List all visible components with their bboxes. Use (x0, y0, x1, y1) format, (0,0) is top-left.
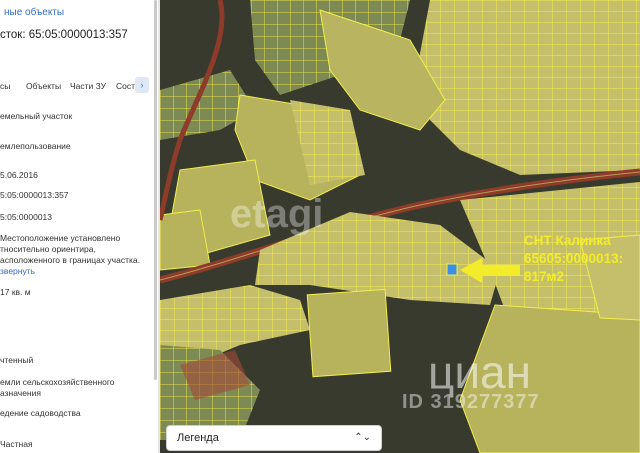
field-area: 17 кв. м (0, 287, 31, 297)
page-title: сток: 65:05:0000013:357 (0, 29, 128, 41)
field-ownership-kind: емлепользование (0, 141, 71, 151)
map-label-line-3: 817м2 (524, 269, 565, 284)
field-cadastral-number: 5:05:0000013:357 (0, 190, 69, 200)
tab-bar: сы Объекты Части ЗУ Соста › (0, 74, 160, 98)
field-address-line-3: асположенного в границах участка. (0, 255, 140, 265)
map-label-line-2: 65605:0000013: (524, 251, 624, 266)
field-category-line-2: азначения (0, 388, 41, 398)
tab-objects[interactable]: Объекты (26, 81, 61, 91)
chevron-updown-icon: ⌃⌄ (354, 432, 371, 443)
cadastral-map[interactable]: СНТ Калинка 65605:0000013: 817м2 etagi ц… (160, 0, 640, 453)
field-type: емельный участок (0, 111, 73, 121)
info-panel: ные объекты сток: 65:05:0000013:357 сы О… (0, 0, 160, 453)
field-permitted-use: едение садоводства (0, 408, 81, 418)
legend-label: Легенда (177, 432, 219, 444)
legend-dropdown[interactable]: Легенда ⌃⌄ (166, 425, 382, 451)
field-address-line-2: тносительно ориентира, (0, 244, 96, 254)
field-cadastral-quarter: 5:05:0000013 (0, 212, 52, 222)
watermark-id: ID 319277377 (402, 391, 540, 413)
field-ownership-form: Частная (0, 439, 33, 449)
tab-parts[interactable]: Части ЗУ (70, 81, 106, 91)
field-south (306, 288, 392, 378)
field-date: 5.06.2016 (0, 170, 38, 180)
breadcrumb-link[interactable]: ные объекты (4, 7, 64, 18)
field-address-line-1: Местоположение установлено (0, 233, 121, 243)
chevron-right-icon[interactable]: › (135, 77, 149, 93)
collapse-link[interactable]: звернуть (0, 266, 35, 277)
target-parcel (446, 263, 458, 276)
watermark-etagi: etagi (230, 192, 324, 236)
field-status: чтенный (0, 355, 34, 365)
field-category-line-1: емли сельскохозяйственного (0, 377, 115, 387)
map-label-line-1: СНТ Калинка (524, 233, 611, 248)
panel-scrollbar[interactable] (154, 0, 157, 380)
tab-info[interactable]: сы (0, 81, 10, 91)
